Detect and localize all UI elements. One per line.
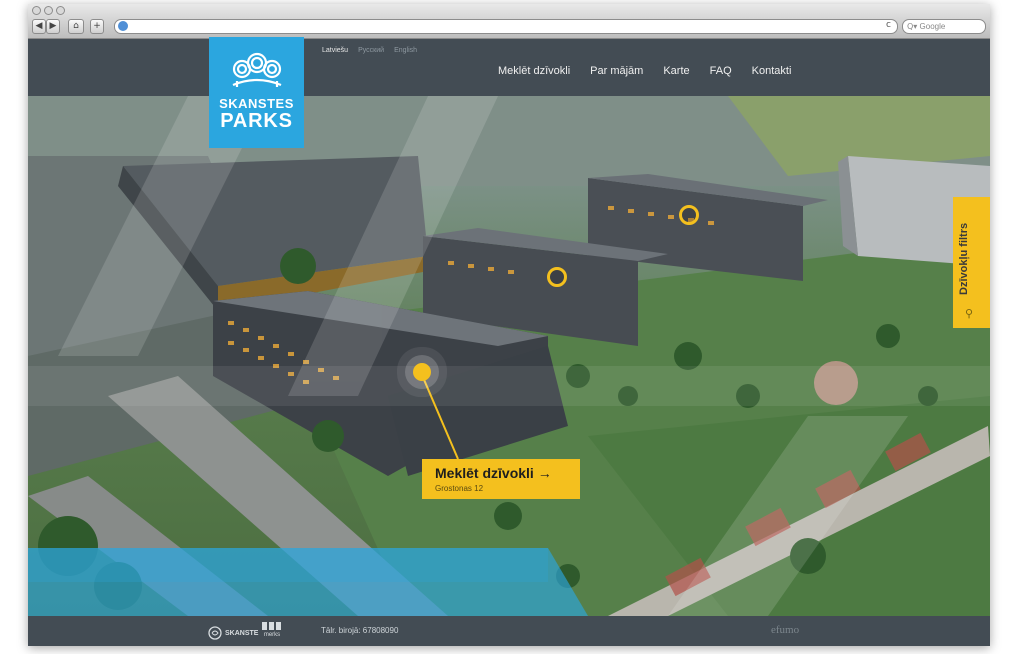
lang-russian[interactable]: Русский: [358, 47, 384, 54]
browser-toolbar: ◀ ▶ ⌂ + c Q▾ Google: [28, 4, 990, 39]
nav-contacts[interactable]: Kontakti: [752, 65, 792, 77]
partner-merks[interactable]: merks: [262, 622, 282, 638]
close-window-button[interactable]: [32, 6, 41, 15]
site-logo[interactable]: SKANSTES PARKS: [209, 37, 304, 148]
partner-merks-label: merks: [263, 632, 281, 638]
aerial-view[interactable]: Meklēt dzīvokli → Grostonas 12: [28, 96, 990, 616]
search-input[interactable]: Q▾ Google: [902, 19, 986, 34]
globe-icon: [118, 21, 128, 31]
main-nav: Meklēt dzīvokli Par mājām Karte FAQ Kont…: [498, 65, 791, 77]
nav-about-houses[interactable]: Par mājām: [590, 65, 643, 77]
nav-faq[interactable]: FAQ: [710, 65, 732, 77]
tree-logo-icon: [232, 52, 281, 87]
callout-address: Grostonas 12: [435, 484, 484, 493]
site-footer: SKANSTE merks Tālr. birojā: 67808090 efu…: [28, 616, 990, 646]
skanste-logo-icon: [208, 626, 222, 640]
forward-button[interactable]: ▶: [46, 19, 60, 34]
nav-map[interactable]: Karte: [663, 65, 689, 77]
search-icon: ⚲: [965, 307, 974, 320]
apartment-filter-tab[interactable]: Dzīvokļu filtrs ⚲: [953, 197, 990, 328]
building-hotspot-3[interactable]: [679, 205, 699, 225]
search-placeholder: Google: [919, 22, 946, 31]
zoom-window-button[interactable]: [56, 6, 65, 15]
building-hotspot-2[interactable]: [547, 267, 567, 287]
nav-search-apartment[interactable]: Meklēt dzīvokli: [498, 65, 570, 77]
browser-window: ◀ ▶ ⌂ + c Q▾ Google Latviešu Русский Eng…: [28, 4, 990, 646]
back-button[interactable]: ◀: [32, 19, 46, 34]
logo-line1: SKANSTES: [219, 96, 294, 111]
lang-latvian[interactable]: Latviešu: [322, 47, 348, 54]
building-hotspot-1[interactable]: [413, 363, 431, 381]
merks-logo-icon: [262, 622, 281, 630]
callout-title: Meklēt dzīvokli →: [435, 465, 552, 481]
minimize-window-button[interactable]: [44, 6, 53, 15]
partner-skanste[interactable]: SKANSTE: [208, 626, 258, 640]
office-phone: Tālr. birojā: 67808090: [321, 626, 399, 635]
site-header: Latviešu Русский English Meklēt dzīvokli…: [28, 39, 990, 96]
lang-english[interactable]: English: [394, 47, 417, 54]
home-button[interactable]: ⌂: [68, 19, 84, 34]
aerial-illustration: [28, 96, 990, 616]
language-switcher: Latviešu Русский English: [322, 47, 417, 54]
developer-credit[interactable]: efumo: [771, 624, 799, 636]
reload-icon[interactable]: c: [886, 20, 891, 30]
partner-skanste-label: SKANSTE: [225, 629, 259, 637]
filter-tab-label: Dzīvokļu filtrs: [958, 222, 970, 295]
address-bar[interactable]: c: [114, 19, 898, 34]
logo-line2: PARKS: [220, 110, 293, 132]
search-apartment-callout[interactable]: Meklēt dzīvokli → Grostonas 12: [422, 459, 580, 499]
search-icon: Q▾: [907, 22, 918, 31]
add-bookmark-button[interactable]: +: [90, 19, 104, 34]
window-controls: [32, 6, 65, 15]
